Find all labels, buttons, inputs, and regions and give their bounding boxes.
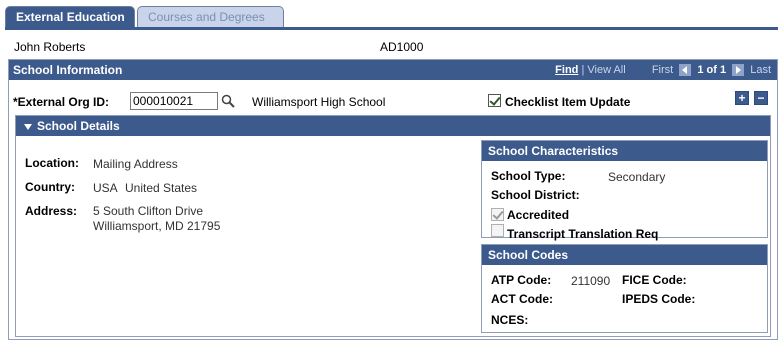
school-characteristics-panel: School Characteristics School Type: Seco…: [481, 140, 768, 241]
address-label: Address:: [25, 204, 78, 218]
fice-code-label: FICE Code:: [622, 273, 687, 287]
address-line-2: Williamsport, MD 21795: [93, 219, 221, 233]
add-row-button[interactable]: +: [735, 91, 749, 105]
accredited-label: Accredited: [507, 208, 570, 222]
accredited-checkbox[interactable]: [491, 208, 504, 221]
transcript-translation-label: Transcript Translation Req: [507, 227, 659, 241]
school-district-label: School District:: [491, 188, 580, 202]
ipeds-code-label: IPEDS Code:: [622, 292, 696, 306]
person-name: John Roberts: [14, 40, 86, 54]
checklist-item-update-checkbox[interactable]: [488, 94, 501, 107]
row-range: 1 of 1: [697, 64, 727, 76]
nces-label: NCES:: [491, 313, 529, 327]
school-characteristics-header: School Characteristics: [482, 141, 767, 161]
arrow-right-icon[interactable]: [732, 64, 745, 77]
location-label: Location:: [25, 156, 79, 170]
tab-courses-and-degrees[interactable]: Courses and Degrees: [137, 6, 284, 27]
tab-external-education[interactable]: External Education: [5, 6, 135, 27]
atp-code-label: ATP Code:: [491, 273, 552, 287]
transcript-translation-checkbox[interactable]: [491, 224, 504, 237]
country-name: United States: [125, 181, 198, 195]
triangle-down-icon: [24, 123, 32, 130]
arrow-left-icon[interactable]: [679, 64, 692, 77]
school-information-header: School Information Find | View All First…: [9, 60, 777, 80]
delete-row-button[interactable]: −: [754, 91, 768, 105]
external-org-label: *External Org ID:: [13, 95, 110, 109]
location-value: Mailing Address: [93, 157, 178, 171]
school-details-section: School Details Location: Mailing Address…: [15, 115, 771, 337]
school-details-header[interactable]: School Details: [16, 116, 770, 136]
act-code-label: ACT Code:: [491, 292, 553, 306]
school-type-label: School Type:: [491, 169, 566, 183]
address-line-1: 5 South Clifton Drive: [93, 204, 204, 218]
external-org-input[interactable]: 000010021: [130, 92, 218, 110]
school-information-title: School Information: [13, 63, 123, 77]
country-label: Country:: [25, 180, 75, 194]
school-type-value: Secondary: [608, 170, 666, 184]
school-codes-header: School Codes: [482, 245, 767, 265]
last-label: Last: [750, 64, 771, 76]
find-link[interactable]: Find: [555, 64, 578, 76]
row-navigation: Find | View All First 1 of 1 Last: [555, 64, 771, 77]
tab-underline: [5, 27, 778, 30]
school-name: Williamsport High School: [252, 95, 386, 109]
first-label: First: [651, 64, 674, 76]
atp-code-value: 211090: [571, 274, 611, 288]
person-id: AD1000: [380, 40, 424, 54]
school-details-title: School Details: [37, 119, 120, 133]
view-all-link[interactable]: View All: [587, 64, 625, 76]
magnifier-icon[interactable]: [221, 94, 235, 108]
school-codes-panel: School Codes ATP Code: 211090 FICE Code:…: [481, 244, 768, 333]
checklist-item-update-label: Checklist Item Update: [505, 95, 631, 109]
school-information-box: School Information Find | View All First…: [8, 59, 778, 340]
country-code: USA: [93, 181, 118, 195]
